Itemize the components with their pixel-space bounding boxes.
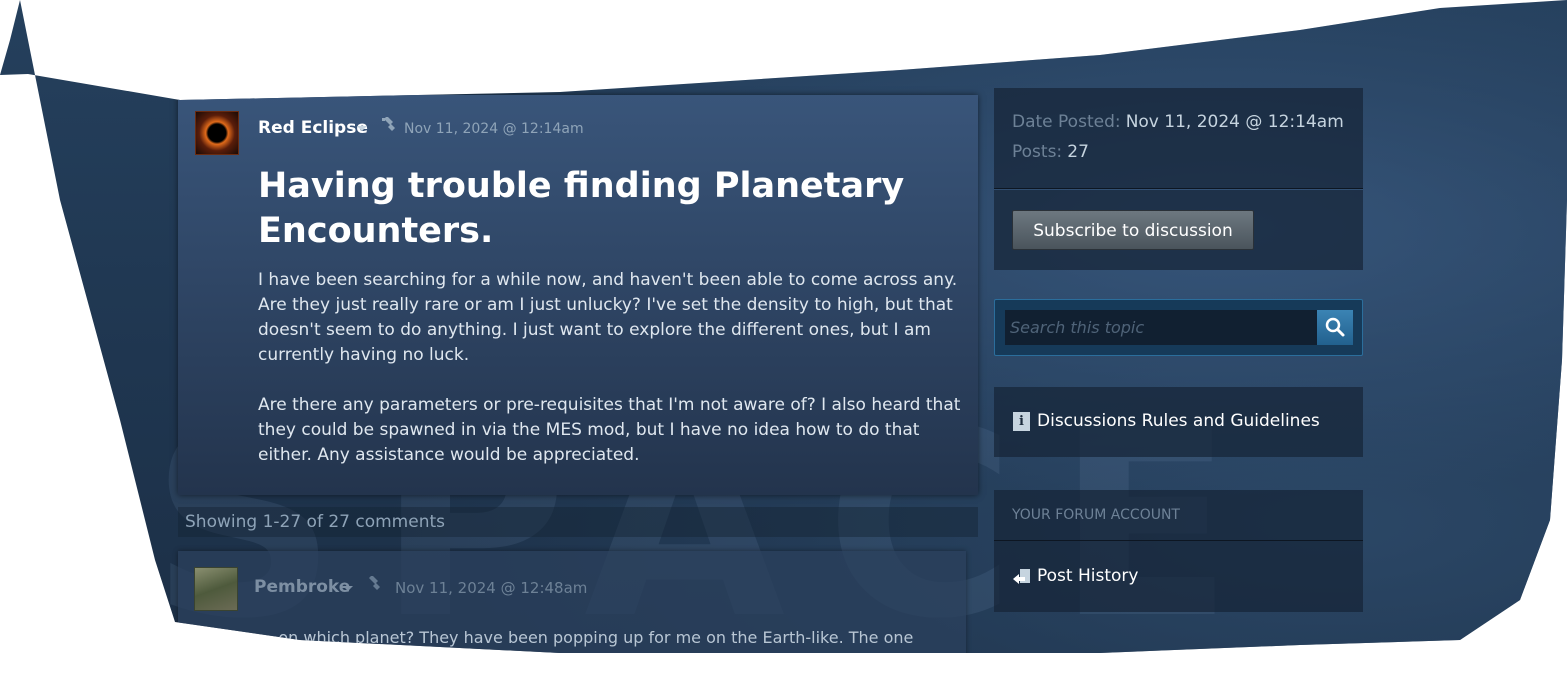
page-background: SPACE Red Eclipse Nov 11, 2024 @ 12:14am…	[0, 0, 1567, 653]
post-paragraph: I have been searching for a while now, a…	[258, 270, 958, 365]
posts-row: Posts: 27	[1012, 142, 1089, 162]
subscribe-button[interactable]: Subscribe to discussion	[1012, 210, 1254, 250]
topic-title: Having trouble finding Planetary Encount…	[258, 166, 905, 251]
comment-timestamp: Nov 11, 2024 @ 12:48am	[395, 579, 588, 597]
post-timestamp: Nov 11, 2024 @ 12:14am	[404, 121, 584, 137]
search-icon	[1325, 317, 1345, 337]
date-posted-value: Nov 11, 2024 @ 12:14am	[1125, 112, 1344, 132]
post-history-link[interactable]: Post History	[1037, 566, 1138, 586]
pin-icon	[369, 576, 380, 590]
comments-count: Showing 1-27 of 27 comments	[178, 507, 978, 537]
post-body: I have been searching for a while now, a…	[258, 268, 970, 493]
pin-icon	[382, 117, 395, 131]
commenter-name[interactable]: Pembroke	[254, 577, 350, 597]
search-button[interactable]	[1317, 310, 1353, 345]
author-name[interactable]: Red Eclipse	[258, 118, 368, 138]
commenter-avatar[interactable]	[194, 567, 238, 611]
topic-info-box	[994, 88, 1363, 188]
history-icon	[1013, 569, 1030, 584]
info-icon: i	[1013, 412, 1030, 431]
divider	[994, 540, 1363, 541]
chevron-down-icon[interactable]	[343, 586, 353, 591]
date-posted-row: Date Posted: Nov 11, 2024 @ 12:14am	[1012, 112, 1344, 132]
posts-value: 27	[1067, 142, 1089, 162]
author-avatar[interactable]	[195, 111, 239, 155]
chevron-down-icon[interactable]	[357, 126, 367, 131]
posts-label: Posts:	[1012, 142, 1063, 162]
comment-body: ... on which planet? They have been popp…	[258, 628, 914, 647]
post-paragraph: Are there any parameters or pre-requisit…	[258, 395, 961, 465]
forum-account-title: YOUR FORUM ACCOUNT	[1012, 507, 1180, 523]
divider	[994, 188, 1363, 189]
search-input[interactable]	[1005, 310, 1317, 345]
date-posted-label: Date Posted:	[1012, 112, 1121, 132]
rules-link[interactable]: Discussions Rules and Guidelines	[1037, 411, 1320, 431]
